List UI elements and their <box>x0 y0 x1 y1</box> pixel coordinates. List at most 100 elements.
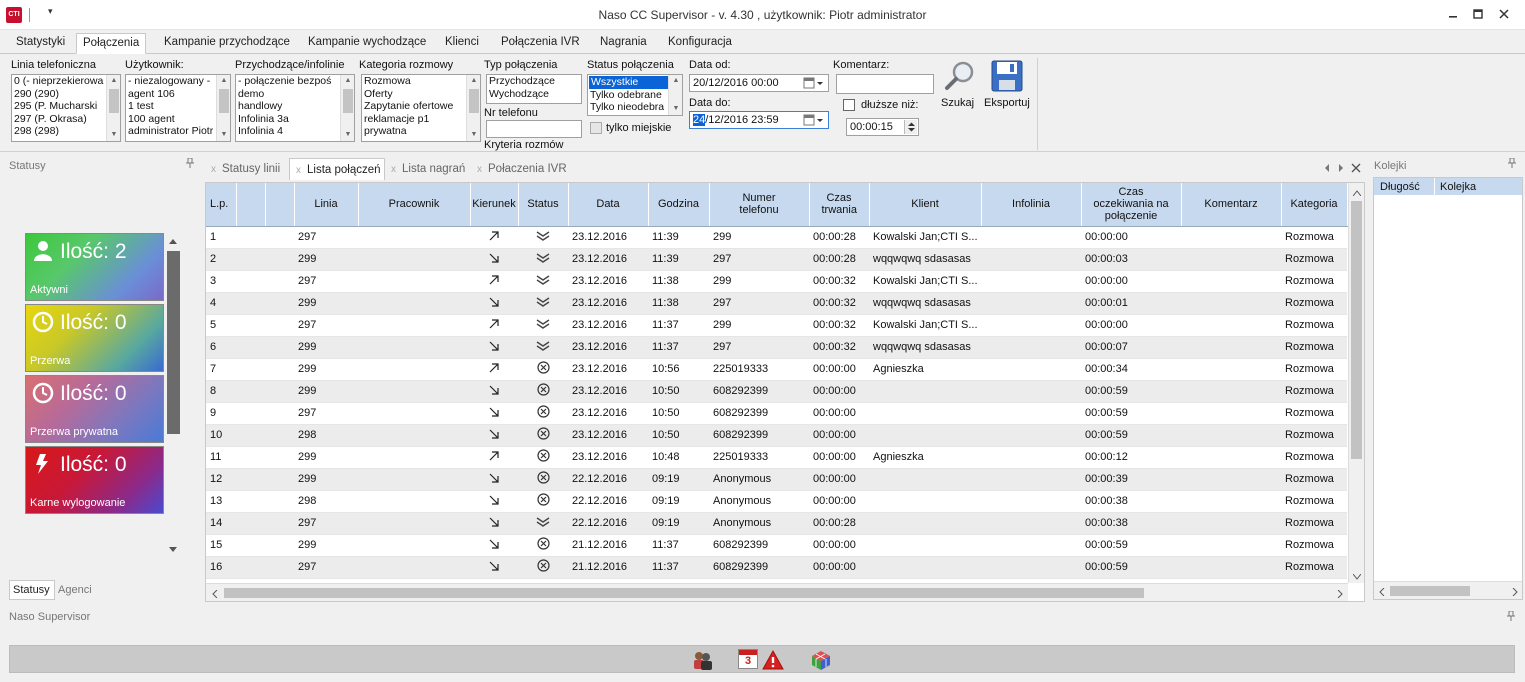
table-row[interactable]: 7 299 23.12.2016 10:56 225019333 00:00:00 Agn… <box>206 358 1347 381</box>
column-header[interactable]: Kategoria <box>1281 183 1348 227</box>
tab-polaczenia-ivr[interactable]: x Połaczenia IVR <box>471 158 571 180</box>
close-tab-icon[interactable]: x <box>296 165 301 176</box>
table-row[interactable]: 10 298 23.12.2016 10:50 608292399 00:00:00 00:… <box>206 424 1347 447</box>
list-item[interactable]: demo <box>236 88 354 101</box>
warning-icon[interactable] <box>762 649 784 671</box>
calendar-icon[interactable]: 3 <box>738 649 758 669</box>
table-row[interactable]: 13 298 22.12.2016 09:19 Anonymous 00:00:00 00:… <box>206 490 1347 513</box>
column-header[interactable]: Infolinia <box>981 183 1082 227</box>
column-header[interactable]: Czas trwania <box>809 183 870 227</box>
list-item[interactable]: 297 (P. Okrasa) <box>12 113 120 126</box>
scroll-up-icon[interactable] <box>168 236 178 246</box>
list-item[interactable]: 298 (298) <box>12 125 120 138</box>
list-item[interactable]: 100 agent <box>126 113 230 126</box>
scrollbar-thumb[interactable] <box>1351 201 1362 459</box>
status-tile-active[interactable]: Ilość: 2 Aktywni <box>25 233 164 301</box>
column-header[interactable]: Numer telefonu <box>709 183 810 227</box>
agents-icon[interactable] <box>691 649 713 671</box>
table-row[interactable]: 5 297 23.12.2016 11:37 299 00:00:32 Kowalski J… <box>206 314 1347 337</box>
export-button[interactable]: Eksportuj <box>983 60 1033 110</box>
scrollbar-thumb[interactable] <box>1390 586 1470 596</box>
table-row[interactable]: 16 297 21.12.2016 11:37 608292399 00:00:00 00:… <box>206 556 1347 579</box>
list-item[interactable]: Infolinia 3a <box>236 113 354 126</box>
scrollbar-thumb[interactable] <box>224 588 1144 598</box>
list-item[interactable]: Przychodzące <box>487 75 581 88</box>
column-header[interactable] <box>265 183 295 227</box>
phone-input[interactable] <box>486 120 582 138</box>
list-item[interactable]: - połączenie bezpoś <box>236 75 354 88</box>
list-item[interactable]: Rozmowa <box>362 75 480 88</box>
tab-konfiguracja[interactable]: Konfiguracja <box>662 33 738 54</box>
minimize-button[interactable] <box>1443 5 1463 25</box>
list-item[interactable]: administrator Piotr <box>126 125 230 138</box>
table-row[interactable]: 4 299 23.12.2016 11:38 297 00:00:32 wqqwqwq sd… <box>206 292 1347 315</box>
table-row[interactable]: 1 297 23.12.2016 11:39 299 00:00:28 Kowalski J… <box>206 226 1347 249</box>
list-item[interactable]: 0 (- nieprzekierowa <box>12 75 120 88</box>
comment-input[interactable] <box>836 74 934 94</box>
scrollbar[interactable]: ▲ ▼ <box>216 75 230 141</box>
list-item[interactable]: 295 (P. Mucharski <box>12 100 120 113</box>
scrollbar[interactable]: ▲ ▼ <box>668 75 682 115</box>
table-row[interactable]: 2 299 23.12.2016 11:39 297 00:00:28 wqqwqwq sd… <box>206 248 1347 271</box>
close-tab-icon[interactable]: x <box>391 164 396 175</box>
line-listbox[interactable]: 0 (- nieprzekierowa 290 (290) 295 (P. Mu… <box>11 74 121 142</box>
scrollbar[interactable]: ▲ ▼ <box>340 75 354 141</box>
table-row[interactable]: 14 297 22.12.2016 09:19 Anonymous 00:00:28 00:… <box>206 512 1347 535</box>
scroll-down-icon[interactable] <box>1352 571 1362 583</box>
list-item[interactable]: handlowy <box>236 100 354 113</box>
status-tile-penalty-logout[interactable]: Ilość: 0 Karne wylogowanie <box>25 446 164 514</box>
tab-klienci[interactable]: Klienci <box>439 33 485 54</box>
column-header[interactable]: L.p. <box>206 183 237 227</box>
tab-polaczenia[interactable]: Połączenia <box>76 33 147 54</box>
tab-scroll-right-icon[interactable] <box>1337 163 1345 176</box>
close-tab-icon[interactable]: x <box>211 164 216 175</box>
column-header[interactable] <box>236 183 266 227</box>
column-header[interactable]: Długość <box>1380 181 1420 193</box>
scroll-right-icon[interactable] <box>1512 587 1518 599</box>
list-item[interactable]: Zapytanie ofertowe <box>362 100 480 113</box>
tab-kampanie-wychodzace[interactable]: Kampanie wychodzące <box>302 33 432 54</box>
list-item[interactable]: 290 (290) <box>12 88 120 101</box>
column-header[interactable]: Komentarz <box>1181 183 1282 227</box>
incoming-listbox[interactable]: - połączenie bezpoś demo handlowy Infoli… <box>235 74 355 142</box>
date-from-picker[interactable]: 20/12/2016 00:00 <box>689 74 829 92</box>
scroll-down-icon[interactable] <box>168 545 178 555</box>
column-header[interactable]: Kolejka <box>1440 181 1476 193</box>
list-item[interactable]: - niezalogowany - <box>126 75 230 88</box>
scroll-left-icon[interactable] <box>1379 587 1385 599</box>
column-header[interactable]: Kierunek <box>470 183 519 227</box>
close-tab-icon[interactable]: x <box>477 164 482 175</box>
longer-than-checkbox[interactable] <box>843 99 855 111</box>
tab-agenci[interactable]: Agenci <box>58 584 92 596</box>
tab-statusy-linii[interactable]: x Statusy linii <box>205 158 287 180</box>
status-tile-break[interactable]: Ilość: 0 Przerwa <box>25 304 164 372</box>
calendar-dropdown-icon[interactable] <box>803 113 825 132</box>
date-to-picker[interactable]: 24/12/2016 23:59 <box>689 111 829 129</box>
column-header[interactable]: Linia <box>294 183 359 227</box>
column-header[interactable]: Status <box>518 183 569 227</box>
tab-lista-polaczen[interactable]: x Lista połączeń <box>289 158 385 180</box>
list-item[interactable]: Oferty <box>362 88 480 101</box>
table-row[interactable]: 15 299 21.12.2016 11:37 608292399 00:00:00 00:… <box>206 534 1347 557</box>
table-row[interactable]: 11 299 23.12.2016 10:48 225019333 00:00:00 Ag… <box>206 446 1347 469</box>
table-row[interactable]: 3 297 23.12.2016 11:38 299 00:00:32 Kowalski J… <box>206 270 1347 293</box>
tab-nagrania[interactable]: Nagrania <box>594 33 653 54</box>
cube-icon[interactable] <box>810 649 832 671</box>
scrollbar[interactable]: ▲ ▼ <box>466 75 480 141</box>
tab-kampanie-przychodzace[interactable]: Kampanie przychodzące <box>158 33 296 54</box>
table-row[interactable]: 8 299 23.12.2016 10:50 608292399 00:00:00 00:0… <box>206 380 1347 403</box>
table-row[interactable]: 6 299 23.12.2016 11:37 297 00:00:32 wqqwqwq sd… <box>206 336 1347 359</box>
list-item[interactable]: Wszystkie <box>589 76 668 89</box>
pin-icon[interactable] <box>186 157 194 171</box>
close-document-icon[interactable] <box>1351 163 1361 176</box>
scroll-right-icon[interactable] <box>1337 589 1343 601</box>
tab-statusy[interactable]: Statusy <box>9 580 55 600</box>
status-tile-private-break[interactable]: Ilość: 0 Przerwa prywatna <box>25 375 164 443</box>
tab-polaczenia-ivr[interactable]: Połączenia IVR <box>495 33 586 54</box>
column-header[interactable]: Data <box>568 183 649 227</box>
column-header[interactable]: Godzina <box>648 183 710 227</box>
scrollbar[interactable]: ▲ ▼ <box>106 75 120 141</box>
list-item[interactable]: agent 106 <box>126 88 230 101</box>
duration-spinner[interactable]: 00:00:15 <box>846 118 919 136</box>
search-button[interactable]: Szukaj <box>941 60 977 110</box>
